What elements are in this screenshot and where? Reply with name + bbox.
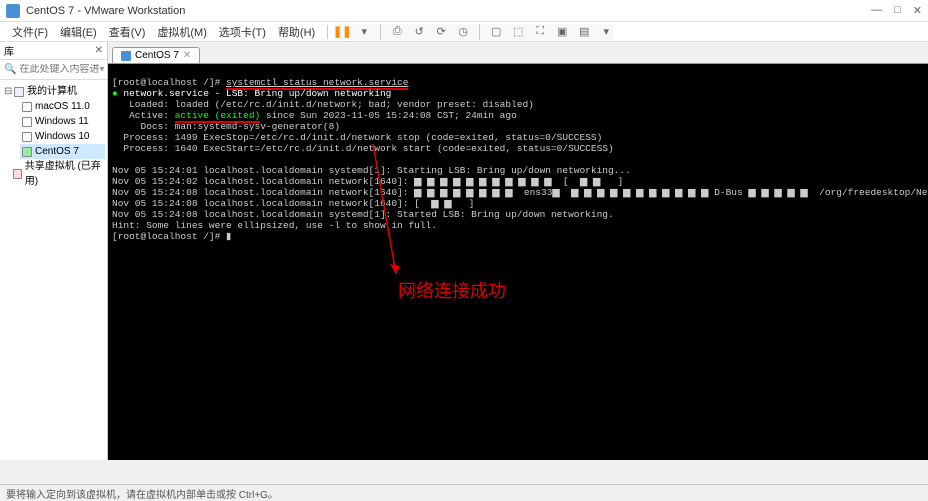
tab-strip: CentOS 7 ✕ [108,42,928,64]
annotation-text: 网络连接成功 [398,286,506,297]
sidebar-header: 库 ✕ [0,42,107,60]
pause-button[interactable]: ❚❚ [334,24,350,40]
content-area: CentOS 7 ✕ [root@localhost /]# systemctl… [108,42,928,460]
tab-label: CentOS 7 [135,50,179,61]
sidebar-title: 库 [4,43,14,58]
tree-item-centos7[interactable]: CentOS 7 [20,144,105,159]
tree-item-win10[interactable]: Windows 10 [20,129,105,144]
search-dropdown-icon[interactable]: ▾ [99,64,104,75]
menu-tabs[interactable]: 选项卡(T) [213,24,272,40]
dropdown2-icon[interactable]: ▾ [598,24,614,40]
revert-icon[interactable]: ↺ [411,24,427,40]
close-button[interactable]: ✕ [913,4,922,17]
menu-help[interactable]: 帮助(H) [272,24,321,40]
app-icon [6,4,20,18]
window-title: CentOS 7 - VMware Workstation [26,5,871,17]
search-input[interactable] [19,64,99,75]
sidebar-close-icon[interactable]: ✕ [95,45,103,56]
search-icon: 🔍 [4,64,16,75]
separator [327,25,328,39]
vm-console[interactable]: [root@localhost /]# systemctl status net… [108,64,928,460]
tree-root[interactable]: ⊟我的计算机 [2,84,105,99]
menu-vm[interactable]: 虚拟机(M) [151,24,213,40]
manage-icon[interactable]: ⟳ [433,24,449,40]
console-icon[interactable]: ▢ [488,24,504,40]
settings-icon[interactable]: ◷ [455,24,471,40]
tree-shared[interactable]: 共享虚拟机 (已弃用) [2,159,105,189]
window-titlebar: CentOS 7 - VMware Workstation ― □ ✕ [0,0,928,22]
menu-file[interactable]: 文件(F) [6,24,54,40]
tab-centos7[interactable]: CentOS 7 ✕ [112,47,200,63]
sidebar-search: 🔍 ▾ [0,60,107,80]
status-text: 要将输入定向到该虚拟机，请在虚拟机内部单击或按 Ctrl+G。 [6,490,278,501]
unity-icon[interactable]: ⬚ [510,24,526,40]
snapshot-icon[interactable]: ⎙ [389,24,405,40]
vm-tree: ⊟我的计算机 macOS 11.0 Windows 11 Windows 10 … [0,80,107,193]
separator [380,24,381,40]
menu-edit[interactable]: 编辑(E) [54,24,103,40]
fullscreen-icon[interactable]: ⛶ [532,24,548,40]
window-controls: ― □ ✕ [871,4,922,17]
main-area: 库 ✕ 🔍 ▾ ⊟我的计算机 macOS 11.0 Windows 11 Win… [0,42,928,460]
status-bar: 要将输入定向到该虚拟机，请在虚拟机内部单击或按 Ctrl+G。 [0,484,928,500]
maximize-button[interactable]: □ [894,4,901,17]
tab-close-icon[interactable]: ✕ [183,50,191,61]
tree-item-win11[interactable]: Windows 11 [20,114,105,129]
view2-icon[interactable]: ▤ [576,24,592,40]
menu-view[interactable]: 查看(V) [103,24,152,40]
tree-item-macos[interactable]: macOS 11.0 [20,99,105,114]
menu-bar: 文件(F) 编辑(E) 查看(V) 虚拟机(M) 选项卡(T) 帮助(H) ❚❚… [0,22,928,42]
tab-icon [121,51,131,61]
minimize-button[interactable]: ― [871,4,882,17]
view-icon[interactable]: ▣ [554,24,570,40]
separator [479,24,480,40]
sidebar: 库 ✕ 🔍 ▾ ⊟我的计算机 macOS 11.0 Windows 11 Win… [0,42,108,460]
dropdown-icon[interactable]: ▾ [356,24,372,40]
toolbar: ❚❚ ▾ ⎙ ↺ ⟳ ◷ ▢ ⬚ ⛶ ▣ ▤ ▾ [334,24,614,40]
